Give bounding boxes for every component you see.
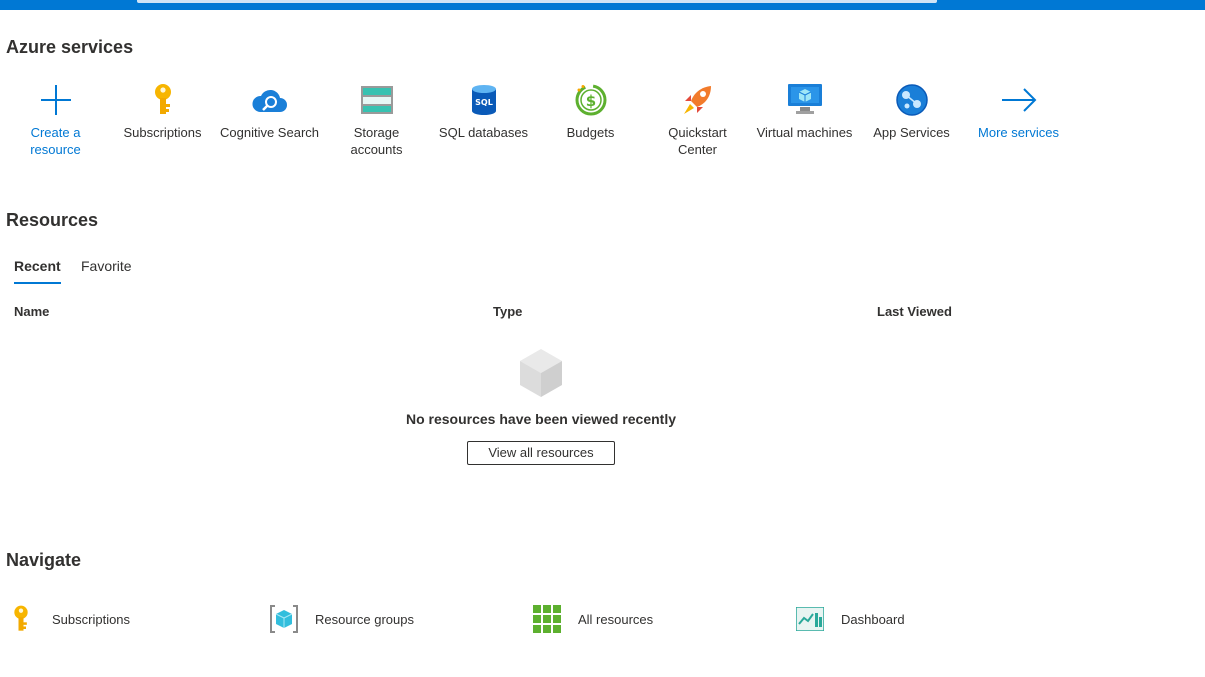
- more-services-link[interactable]: More services: [965, 80, 1072, 141]
- service-label: Create a resource: [30, 125, 81, 157]
- storage-icon: [323, 80, 430, 120]
- monitor-icon: [751, 80, 858, 120]
- service-label: Subscriptions: [123, 125, 202, 140]
- svg-text:$: $: [585, 92, 595, 110]
- tab-recent[interactable]: Recent: [14, 258, 61, 284]
- navigate-dashboard[interactable]: Dashboard: [795, 602, 905, 636]
- storage-accounts-service-button[interactable]: Storage accounts: [323, 80, 430, 158]
- navigate-label: All resources: [578, 611, 654, 627]
- key-icon: [6, 604, 36, 634]
- top-bar: [0, 0, 1205, 10]
- quickstart-center-service-button[interactable]: Quickstart Center: [644, 80, 751, 158]
- global-search-input[interactable]: [137, 0, 937, 3]
- create-resource-button[interactable]: Create a resource: [2, 80, 109, 158]
- column-header-last-viewed[interactable]: Last Viewed: [877, 304, 952, 319]
- service-label: Quickstart Center: [668, 125, 727, 157]
- column-header-name[interactable]: Name: [14, 304, 49, 319]
- navigate-all-resources[interactable]: All resources: [532, 602, 653, 636]
- service-label: Cognitive Search: [220, 125, 319, 140]
- column-header-type[interactable]: Type: [493, 304, 522, 319]
- arrow-right-icon: [965, 80, 1072, 120]
- service-label: App Services: [873, 125, 950, 140]
- navigate-resource-groups[interactable]: Resource groups: [269, 602, 414, 636]
- navigate-subscriptions[interactable]: Subscriptions: [6, 602, 130, 636]
- cognitive-search-service-button[interactable]: Cognitive Search: [216, 80, 323, 141]
- navigate-label: Dashboard: [841, 611, 905, 627]
- grid-icon: [532, 604, 562, 634]
- subscriptions-service-button[interactable]: Subscriptions: [109, 80, 216, 141]
- resources-heading: Resources: [6, 210, 99, 230]
- plus-icon: [2, 80, 109, 120]
- app-services-service-button[interactable]: App Services: [858, 80, 965, 141]
- navigate-label: Subscriptions: [52, 611, 131, 627]
- globe-icon: [858, 80, 965, 120]
- azure-services-heading: Azure services: [6, 37, 134, 57]
- dashboard-icon: [795, 604, 825, 634]
- empty-cube-icon: [518, 348, 564, 398]
- svg-text:SQL: SQL: [475, 98, 493, 107]
- budget-icon: $: [537, 80, 644, 120]
- navigate-heading: Navigate: [6, 550, 82, 570]
- resource-group-icon: [269, 604, 299, 634]
- key-icon: [109, 80, 216, 120]
- service-label: SQL databases: [438, 125, 529, 140]
- rocket-icon: [644, 80, 751, 120]
- cloud-search-icon: [216, 80, 323, 120]
- service-label: Storage accounts: [350, 125, 403, 157]
- navigate-label: Resource groups: [315, 611, 414, 627]
- sql-database-icon: SQL: [430, 80, 537, 120]
- empty-state-message: No resources have been viewed recently: [405, 411, 676, 427]
- service-label: Budgets: [566, 125, 615, 140]
- tab-favorite[interactable]: Favorite: [81, 258, 132, 284]
- budgets-service-button[interactable]: $ Budgets: [537, 80, 644, 141]
- view-all-resources-button[interactable]: View all resources: [467, 441, 615, 465]
- sql-databases-service-button[interactable]: SQL SQL databases: [430, 80, 537, 141]
- virtual-machines-service-button[interactable]: Virtual machines: [751, 80, 858, 141]
- service-label: Virtual machines: [756, 125, 853, 140]
- service-label: More services: [978, 125, 1059, 140]
